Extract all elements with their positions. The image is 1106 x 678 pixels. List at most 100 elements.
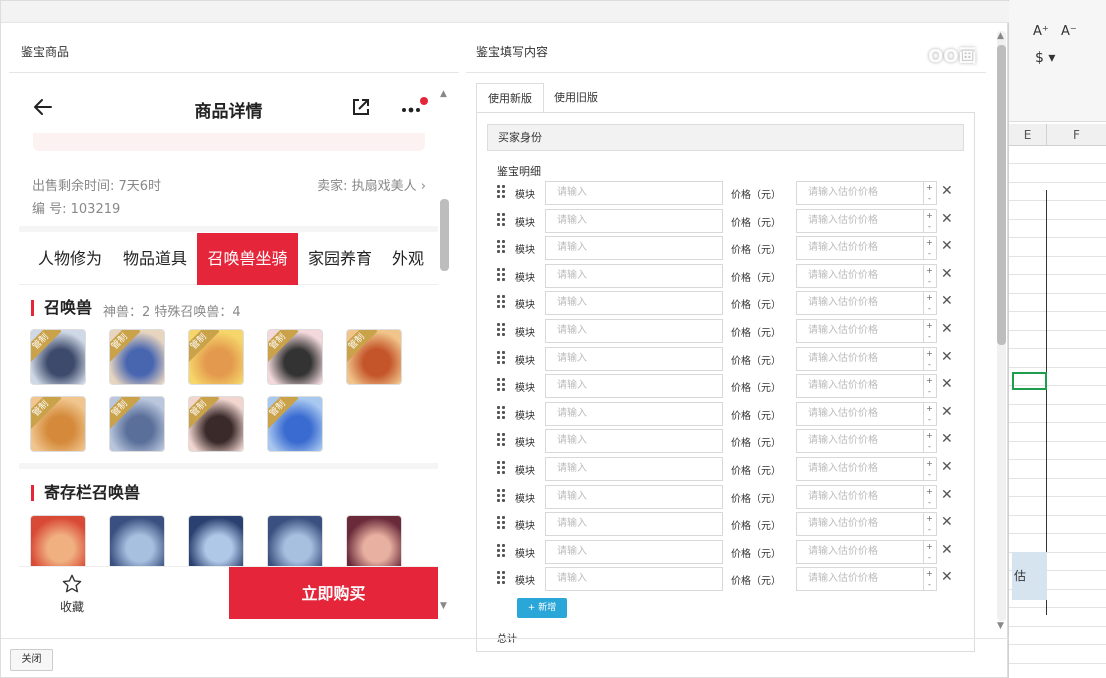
module-input[interactable]: 请输入 <box>545 181 723 205</box>
dialog-scroll-down-arrow[interactable]: ▼ <box>997 621 1004 631</box>
tab-home[interactable]: 家园养育 <box>300 233 380 285</box>
spreadsheet-row[interactable] <box>1009 257 1106 275</box>
drag-handle-icon[interactable] <box>497 323 507 339</box>
currency-format-icon[interactable]: $ ▾ <box>1035 50 1055 66</box>
preview-scrollbar[interactable] <box>440 101 449 601</box>
seller-link[interactable]: 卖家: 执扇戏美人 › <box>317 175 426 194</box>
price-stepper[interactable]: + - <box>923 263 937 288</box>
price-stepper[interactable]: + - <box>923 374 937 399</box>
scroll-down-arrow[interactable]: ▼ <box>440 601 447 611</box>
column-header-e[interactable]: E <box>1009 124 1047 146</box>
tab-items[interactable]: 物品道具 <box>113 233 197 285</box>
spreadsheet-row[interactable] <box>1009 331 1106 349</box>
spreadsheet-row[interactable] <box>1009 442 1106 460</box>
pet-avatar[interactable]: 管制 <box>30 329 86 385</box>
delete-row-icon[interactable]: ✕ <box>941 459 953 475</box>
drag-handle-icon[interactable] <box>497 350 507 367</box>
delete-row-icon[interactable]: ✕ <box>941 431 953 447</box>
pet-avatar[interactable]: 管制 <box>188 329 244 385</box>
price-input[interactable]: 请输入估价价格 <box>796 346 924 371</box>
price-stepper[interactable]: + - <box>923 181 937 205</box>
drag-handle-icon[interactable] <box>497 295 507 311</box>
price-input[interactable]: 请输入估价价格 <box>796 539 924 564</box>
price-stepper[interactable]: + - <box>923 429 937 454</box>
price-input[interactable]: 请输入估价价格 <box>796 484 924 509</box>
drag-handle-icon[interactable] <box>497 378 507 394</box>
delete-row-icon[interactable]: ✕ <box>941 349 953 365</box>
spreadsheet-row[interactable] <box>1009 202 1106 220</box>
font-decrease-button[interactable]: A⁻ <box>1061 24 1077 39</box>
spreadsheet-row[interactable] <box>1009 313 1106 331</box>
pet-avatar[interactable] <box>30 515 86 571</box>
pet-avatar[interactable] <box>267 515 323 571</box>
spreadsheet-row[interactable] <box>1009 220 1106 238</box>
drag-handle-icon[interactable] <box>497 185 507 201</box>
module-input[interactable]: 请输入 <box>545 512 723 537</box>
delete-row-icon[interactable]: ✕ <box>941 266 953 282</box>
drag-handle-icon[interactable] <box>497 543 507 560</box>
price-stepper[interactable]: + - <box>923 539 937 564</box>
module-input[interactable]: 请输入 <box>545 567 723 592</box>
delete-row-icon[interactable]: ✕ <box>941 238 953 254</box>
spreadsheet-row[interactable] <box>1009 535 1106 553</box>
module-input[interactable]: 请输入 <box>545 291 723 316</box>
price-input[interactable]: 请输入估价价格 <box>796 263 924 288</box>
pet-avatar[interactable] <box>109 515 165 571</box>
price-input[interactable]: 请输入估价价格 <box>796 567 924 592</box>
preview-scrollbar-thumb[interactable] <box>440 199 449 271</box>
drag-handle-icon[interactable] <box>497 405 507 422</box>
tab-old-version[interactable]: 使用旧版 <box>543 83 609 113</box>
delete-row-icon[interactable]: ✕ <box>941 293 953 309</box>
tab-summons[interactable]: 召唤兽坐骑 <box>197 233 298 285</box>
price-stepper[interactable]: + - <box>923 484 937 509</box>
delete-row-icon[interactable]: ✕ <box>941 514 953 530</box>
delete-row-icon[interactable]: ✕ <box>941 542 953 558</box>
drag-handle-icon[interactable] <box>497 488 507 505</box>
module-input[interactable]: 请输入 <box>545 346 723 371</box>
spreadsheet-row[interactable] <box>1009 350 1106 368</box>
module-input[interactable]: 请输入 <box>545 539 723 564</box>
spreadsheet-row[interactable] <box>1009 646 1106 664</box>
price-stepper[interactable]: + - <box>923 236 937 261</box>
spreadsheet-row[interactable] <box>1009 516 1106 534</box>
delete-row-icon[interactable]: ✕ <box>941 376 953 392</box>
price-input[interactable]: 请输入估价价格 <box>796 512 924 537</box>
spreadsheet-row[interactable] <box>1009 165 1106 183</box>
scroll-up-arrow[interactable]: ▲ <box>440 89 447 99</box>
module-input[interactable]: 请输入 <box>545 263 723 288</box>
module-input[interactable]: 请输入 <box>545 429 723 454</box>
price-stepper[interactable]: + - <box>923 567 937 592</box>
price-input[interactable]: 请输入估价价格 <box>796 291 924 316</box>
selected-cell[interactable] <box>1012 372 1047 390</box>
price-input[interactable]: 请输入估价价格 <box>796 236 924 261</box>
delete-row-icon[interactable]: ✕ <box>941 569 953 585</box>
share-icon[interactable] <box>350 96 372 118</box>
price-stepper[interactable]: + - <box>923 319 937 343</box>
price-input[interactable]: 请输入估价价格 <box>796 457 924 481</box>
pet-avatar[interactable]: 管制 <box>109 329 165 385</box>
buy-now-button[interactable]: 立即购买 <box>229 567 438 619</box>
highlighted-cell[interactable]: 估 <box>1012 552 1047 600</box>
price-input[interactable]: 请输入估价价格 <box>796 208 924 233</box>
module-input[interactable]: 请输入 <box>545 236 723 261</box>
spreadsheet-row[interactable] <box>1009 461 1106 479</box>
pet-avatar[interactable]: 管制 <box>267 396 323 452</box>
pet-avatar[interactable]: 管制 <box>188 396 244 452</box>
spreadsheet-row[interactable] <box>1009 609 1106 627</box>
delete-row-icon[interactable]: ✕ <box>941 211 953 227</box>
spreadsheet-row[interactable] <box>1009 239 1106 257</box>
module-input[interactable]: 请输入 <box>545 374 723 399</box>
delete-row-icon[interactable]: ✕ <box>941 487 953 503</box>
pet-avatar[interactable]: 管制 <box>267 329 323 385</box>
module-input[interactable]: 请输入 <box>545 208 723 233</box>
drag-handle-icon[interactable] <box>497 516 507 532</box>
close-button[interactable]: 关闭 <box>10 649 53 671</box>
spreadsheet-row[interactable] <box>1009 294 1106 312</box>
spreadsheet-row[interactable] <box>1009 479 1106 497</box>
tab-new-version[interactable]: 使用新版 <box>476 83 544 113</box>
tab-appearance[interactable]: 外观 <box>383 233 433 285</box>
drag-handle-icon[interactable] <box>497 433 507 449</box>
delete-row-icon[interactable]: ✕ <box>941 404 953 420</box>
pet-avatar[interactable] <box>188 515 244 571</box>
drag-handle-icon[interactable] <box>497 571 507 587</box>
